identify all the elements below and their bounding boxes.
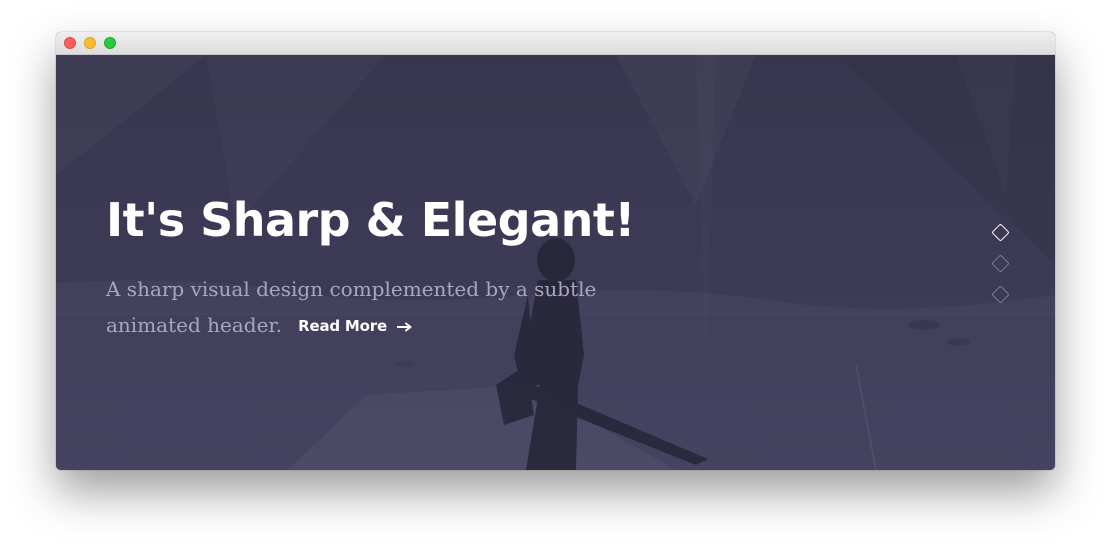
close-window-button[interactable] bbox=[64, 37, 76, 49]
zoom-window-button[interactable] bbox=[104, 37, 116, 49]
read-more-label: Read More bbox=[298, 317, 387, 335]
slide-indicator-1[interactable] bbox=[991, 223, 1010, 242]
minimize-window-button[interactable] bbox=[84, 37, 96, 49]
window-titlebar bbox=[56, 32, 1055, 55]
arrow-right-icon bbox=[395, 309, 413, 345]
slider-pagination bbox=[991, 223, 1010, 319]
hero-headline: It's Sharp & Elegant! bbox=[106, 193, 635, 247]
read-more-link[interactable]: Read More bbox=[298, 308, 413, 345]
hero-subtext: A sharp visual design complemented by a … bbox=[106, 271, 666, 345]
browser-window: It's Sharp & Elegant! A sharp visual des… bbox=[56, 32, 1055, 470]
hero-background-image bbox=[56, 55, 1055, 470]
slide-indicator-2[interactable] bbox=[991, 254, 1010, 273]
slide-indicator-3[interactable] bbox=[991, 285, 1010, 304]
hero-section: It's Sharp & Elegant! A sharp visual des… bbox=[56, 55, 1055, 470]
